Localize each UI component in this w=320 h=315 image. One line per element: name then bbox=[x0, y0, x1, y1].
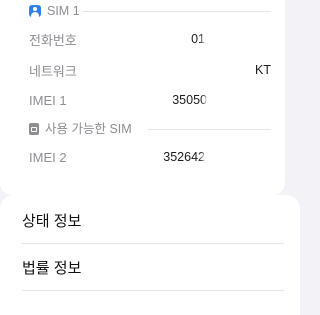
imei1-label: IMEI 1 bbox=[29, 92, 67, 108]
sim1-header: SIM 1 bbox=[29, 3, 80, 19]
imei1-value: 35050 bbox=[172, 93, 271, 107]
available-sim-header-label: 사용 가능한 SIM bbox=[45, 122, 132, 136]
person-icon bbox=[29, 5, 41, 17]
network-value: KT bbox=[255, 63, 271, 77]
network-label: 네트워크 bbox=[29, 63, 77, 79]
redaction-mask bbox=[207, 95, 271, 107]
imei1-row: IMEI 1 35050 bbox=[29, 90, 271, 110]
menu-divider bbox=[22, 243, 284, 244]
sim1-header-label: SIM 1 bbox=[47, 4, 80, 18]
available-sim-header-line bbox=[148, 129, 271, 130]
available-sim-header: 사용 가능한 SIM bbox=[29, 121, 132, 137]
network-row: 네트워크 KT bbox=[29, 60, 271, 80]
sim1-header-line bbox=[83, 11, 271, 12]
menu-divider bbox=[22, 290, 284, 291]
imei2-row: IMEI 2 352642 bbox=[29, 147, 271, 167]
redaction-mask bbox=[205, 34, 271, 46]
sim-card-icon bbox=[29, 123, 39, 135]
phone-number-value: 01 bbox=[191, 32, 271, 46]
imei2-label: IMEI 2 bbox=[29, 149, 67, 165]
phone-number-label: 전화번호 bbox=[29, 32, 77, 48]
phone-number-row: 전화번호 01 bbox=[29, 29, 271, 49]
menu-item-legal-info[interactable]: 법률 정보 bbox=[22, 245, 282, 289]
redaction-mask bbox=[205, 152, 271, 164]
imei2-value: 352642 bbox=[163, 150, 271, 164]
menu-item-status-info[interactable]: 상태 정보 bbox=[22, 198, 282, 242]
